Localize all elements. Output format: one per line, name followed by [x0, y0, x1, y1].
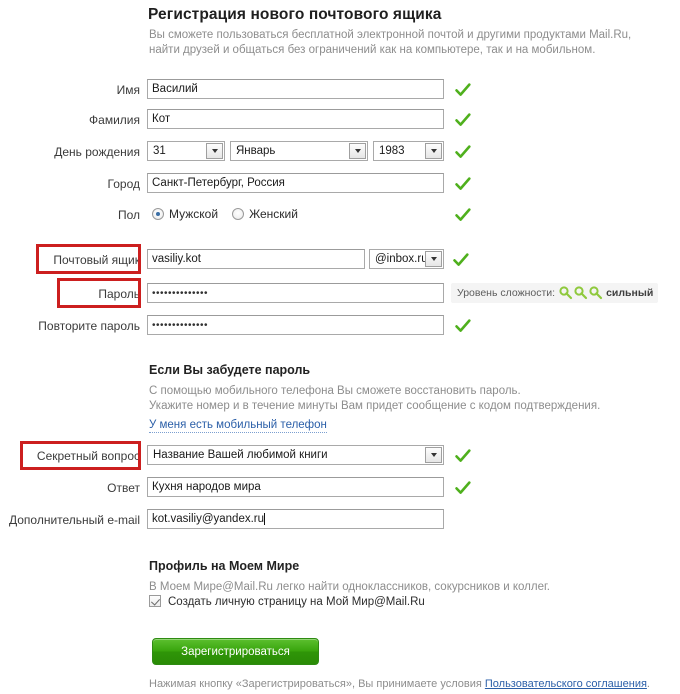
- password-label: Пароль: [98, 287, 140, 301]
- create-profile-checkbox-label[interactable]: Создать личную страницу на Мой Мир@Mail.…: [168, 596, 425, 608]
- password-strength-label: Уровень сложности:: [457, 287, 556, 299]
- chevron-down-icon[interactable]: [425, 447, 442, 463]
- terms-prefix: Нажимая кнопку «Зарегистрироваться», Вы …: [149, 678, 485, 690]
- secret-question-label-wrap: Секретный вопрос: [0, 445, 140, 467]
- row-mailbox: Почтовый ящик @inbox.ru: [0, 249, 680, 271]
- secret-question-select[interactable]: Название Вашей любимой книги: [147, 445, 444, 465]
- row-first-name: Имя: [0, 79, 680, 101]
- have-mobile-phone-link[interactable]: У меня есть мобильный телефон: [149, 419, 327, 433]
- extra-email-value: kot.vasiliy@yandex.ru: [152, 513, 265, 525]
- city-label: Город: [107, 177, 140, 191]
- register-button[interactable]: Зарегистрироваться: [152, 638, 319, 665]
- city-valid-check-icon: [454, 175, 472, 193]
- profile-section-title: Профиль на Моем Мире: [149, 559, 300, 573]
- gender-label-wrap: Пол: [0, 204, 140, 226]
- birthday-year-select[interactable]: 1983: [373, 141, 444, 161]
- first-name-input[interactable]: [147, 79, 444, 99]
- birthday-label-wrap: День рождения: [0, 141, 140, 163]
- gender-valid-check-icon: [454, 206, 472, 224]
- gender-female-label[interactable]: Женский: [249, 207, 298, 221]
- secret-question-label: Секретный вопрос: [36, 449, 140, 463]
- row-password-repeat: Повторите пароль: [0, 315, 680, 337]
- secret-question-value: Название Вашей любимой книги: [153, 449, 328, 461]
- last-name-valid-check-icon: [454, 111, 472, 129]
- mailbox-domain-value: @inbox.ru: [375, 253, 428, 265]
- page-title: Регистрация нового почтового ящика: [148, 6, 442, 23]
- answer-valid-check-icon: [454, 479, 472, 497]
- first-name-valid-check-icon: [454, 81, 472, 99]
- row-answer: Ответ: [0, 477, 680, 499]
- mailbox-label: Почтовый ящик: [53, 253, 140, 267]
- secret-question-valid-check-icon: [454, 447, 472, 465]
- birthday-day-select[interactable]: 31: [147, 141, 225, 161]
- chevron-down-icon[interactable]: [206, 143, 223, 159]
- user-agreement-link[interactable]: Пользовательского соглашения: [485, 678, 647, 690]
- row-secret-question: Секретный вопрос Название Вашей любимой …: [0, 445, 680, 467]
- extra-email-label-wrap: Дополнительный e-mail: [0, 509, 140, 531]
- mailbox-domain-select[interactable]: @inbox.ru: [369, 249, 444, 269]
- password-strength-keys: [559, 286, 604, 300]
- last-name-label-wrap: Фамилия: [0, 109, 140, 131]
- extra-email-label: Дополнительный e-mail: [8, 513, 140, 527]
- first-name-label-wrap: Имя: [0, 79, 140, 101]
- gender-radio-group: Мужской Женский: [152, 207, 312, 221]
- last-name-input[interactable]: [147, 109, 444, 129]
- password-repeat-label-wrap: Повторите пароль: [0, 315, 140, 337]
- birthday-label: День рождения: [54, 145, 140, 159]
- gender-label: Пол: [117, 208, 140, 222]
- row-extra-email: Дополнительный e-mail kot.vasiliy@yandex…: [0, 509, 680, 531]
- create-profile-checkbox[interactable]: [149, 595, 161, 607]
- password-label-wrap: Пароль: [0, 283, 140, 305]
- birthday-month-value: Январь: [236, 145, 276, 157]
- gender-male-radio[interactable]: [152, 208, 164, 220]
- forgot-section-text: С помощью мобильного телефона Вы сможете…: [149, 384, 649, 414]
- birthday-year-value: 1983: [379, 145, 405, 157]
- chevron-down-icon[interactable]: [425, 143, 442, 159]
- extra-email-input[interactable]: kot.vasiliy@yandex.ru: [147, 509, 444, 529]
- password-repeat-input[interactable]: [147, 315, 444, 335]
- city-label-wrap: Город: [0, 173, 140, 195]
- gender-male-label[interactable]: Мужской: [169, 207, 218, 221]
- terms-text: Нажимая кнопку «Зарегистрироваться», Вы …: [149, 678, 650, 690]
- terms-suffix: .: [646, 678, 650, 690]
- create-profile-checkbox-row[interactable]: Создать личную страницу на Мой Мир@Mail.…: [149, 595, 425, 608]
- first-name-label: Имя: [116, 83, 140, 97]
- text-caret: [264, 513, 266, 525]
- password-strength-word: сильный: [606, 287, 654, 299]
- password-repeat-valid-check-icon: [454, 317, 472, 335]
- key-icon: [574, 286, 588, 300]
- chevron-down-icon[interactable]: [349, 143, 366, 159]
- password-input[interactable]: [147, 283, 444, 303]
- key-icon: [589, 286, 603, 300]
- forgot-line-1: С помощью мобильного телефона Вы сможете…: [149, 385, 521, 397]
- chevron-down-icon[interactable]: [425, 251, 442, 267]
- profile-section-text: В Моем Мире@Mail.Ru легко найти одноклас…: [149, 581, 550, 593]
- forgot-section-title: Если Вы забудете пароль: [149, 363, 311, 377]
- city-input[interactable]: [147, 173, 444, 193]
- gender-female-radio[interactable]: [232, 208, 245, 220]
- page-intro: Вы сможете пользоваться бесплатной элект…: [149, 28, 649, 58]
- answer-input[interactable]: [147, 477, 444, 497]
- birthday-month-select[interactable]: Январь: [230, 141, 368, 161]
- password-strength-indicator: Уровень сложности: сильный: [451, 283, 659, 303]
- intro-line-1: Вы сможете пользоваться бесплатной элект…: [149, 29, 632, 41]
- answer-label: Ответ: [107, 481, 140, 495]
- mailbox-label-wrap: Почтовый ящик: [0, 249, 140, 271]
- row-city: Город: [0, 173, 680, 195]
- mailbox-input[interactable]: [147, 249, 365, 269]
- row-gender: Пол Мужской Женский: [0, 204, 680, 226]
- password-repeat-label: Повторите пароль: [38, 319, 140, 333]
- forgot-line-2: Укажите номер и в течение минуты Вам при…: [149, 400, 601, 412]
- birthday-day-value: 31: [153, 145, 166, 157]
- last-name-label: Фамилия: [89, 113, 140, 127]
- row-birthday: День рождения 31 Январь 1983: [0, 141, 680, 163]
- answer-label-wrap: Ответ: [0, 477, 140, 499]
- key-icon: [559, 286, 573, 300]
- intro-line-2: найти друзей и общаться без ограничений …: [149, 44, 596, 56]
- registration-page: Регистрация нового почтового ящика Вы см…: [0, 0, 680, 694]
- birthday-valid-check-icon: [454, 143, 472, 161]
- row-last-name: Фамилия: [0, 109, 680, 131]
- mailbox-valid-check-icon: [452, 251, 470, 269]
